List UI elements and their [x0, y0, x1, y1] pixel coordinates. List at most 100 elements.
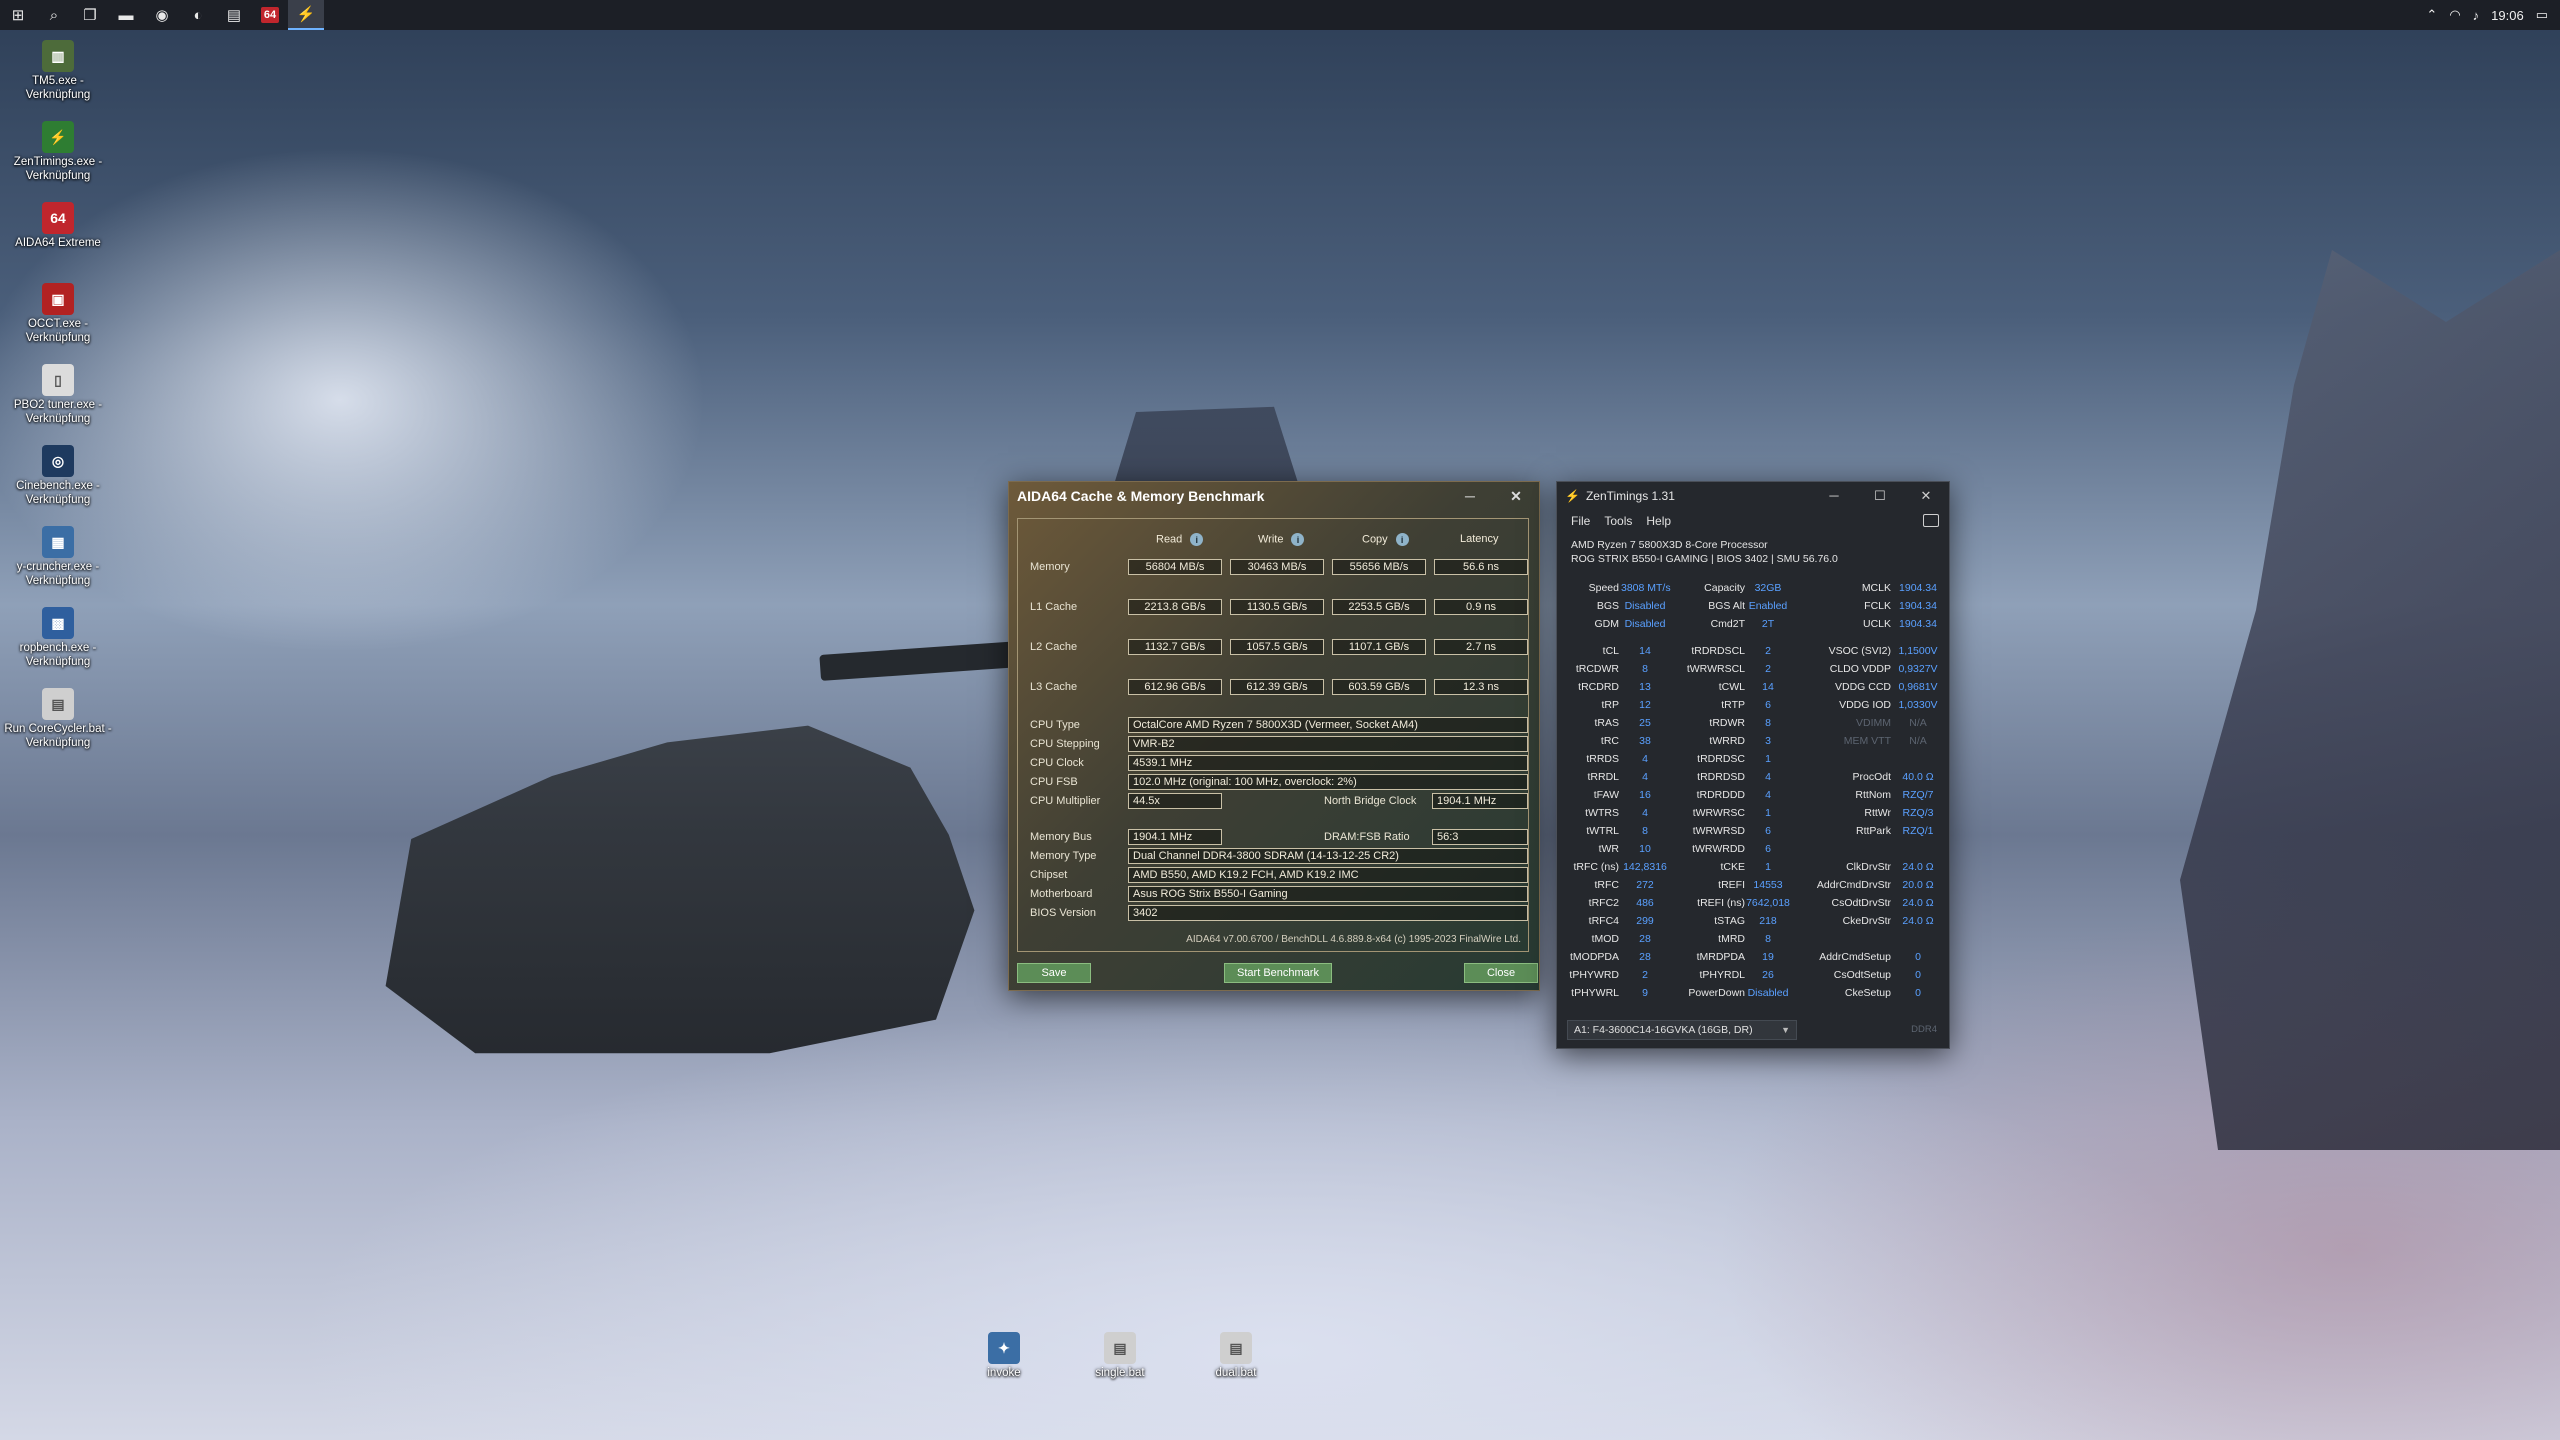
clock[interactable]: 19:06: [2491, 8, 2524, 23]
start-icon[interactable]: ⊞: [0, 0, 36, 30]
timing-label: tPHYRDL: [1699, 969, 1745, 981]
timing-label: tRDRDDD: [1696, 789, 1745, 801]
start-benchmark-button[interactable]: Start Benchmark: [1224, 963, 1332, 983]
prime95-shortcut[interactable]: ▯ PBO2 tuner.exe - Verknüpfung: [4, 362, 112, 443]
minimize-icon[interactable]: ─: [1447, 488, 1493, 505]
y-cruncher-shortcut[interactable]: ▦ y-cruncher.exe - Verknüpfung: [4, 524, 112, 605]
occt-shortcut[interactable]: ▣ OCCT.exe - Verknüpfung: [4, 281, 112, 362]
minimize-icon[interactable]: ─: [1811, 488, 1857, 504]
timing-value: 4: [1642, 807, 1648, 819]
timing-value: N/A: [1909, 735, 1927, 747]
screenshot-icon[interactable]: [1923, 514, 1939, 527]
timing-label: CkeSetup: [1844, 987, 1891, 999]
window-title: AIDA64 Cache & Memory Benchmark: [1017, 488, 1265, 504]
chrome-icon[interactable]: ◉: [144, 0, 180, 30]
aida64-logo-icon: 64: [261, 7, 279, 23]
timing-value: 142,8316: [1623, 861, 1667, 873]
save-button[interactable]: Save: [1017, 963, 1091, 983]
background-rock: [2180, 250, 2560, 1150]
icon-label: y-cruncher.exe - Verknüpfung: [16, 561, 100, 587]
chevron-down-icon: ▼: [1781, 1025, 1790, 1035]
icon-label: Run CoreCycler.bat - Verknüpfung: [4, 723, 112, 749]
timing-label: Capacity: [1704, 582, 1745, 594]
app-icon[interactable]: ▤: [216, 0, 252, 30]
search-icon[interactable]: ⌕: [36, 0, 72, 30]
file-explorer-icon[interactable]: ▬: [108, 0, 144, 30]
timing-label: tRFC2: [1588, 897, 1619, 909]
timing-value: RZQ/3: [1902, 807, 1934, 819]
timing-value: 2T: [1761, 618, 1775, 630]
zentimings-taskbar-icon[interactable]: ⚡: [288, 0, 324, 30]
corecycler-shortcut[interactable]: ▤ Run CoreCycler.bat - Verknüpfung: [4, 686, 112, 767]
timing-value: 1: [1765, 807, 1771, 819]
timing-value: 4: [1765, 771, 1771, 783]
info-icon[interactable]: i: [1395, 533, 1409, 546]
copy-value: 603.59 GB/s: [1332, 679, 1426, 695]
timing-value: Enabled: [1748, 600, 1788, 612]
system-info: AMD Ryzen 7 5800X3D 8-Core Processor ROG…: [1557, 538, 1949, 566]
info-icon[interactable]: i: [1291, 533, 1305, 546]
chipset-label: Chipset: [1030, 869, 1068, 881]
copy-value: 1107.1 GB/s: [1332, 639, 1426, 655]
desktop: { "taskbar": { "icons": [ {"name":"start…: [0, 0, 2560, 1440]
menu-help[interactable]: Help: [1646, 514, 1671, 528]
timing-value: 8: [1642, 825, 1648, 837]
timing-value: [1893, 753, 1943, 771]
cpu-type-label: CPU Type: [1030, 719, 1080, 731]
timing-value: 19: [1762, 951, 1774, 963]
aida64-taskbar-icon[interactable]: 64: [252, 0, 288, 30]
aida64-shortcut[interactable]: 64 AIDA64 Extreme: [4, 200, 112, 281]
timing-label: tRRDL: [1587, 771, 1619, 783]
close-icon[interactable]: ✕: [1493, 488, 1539, 505]
aida64-shortcut-icon: 64: [42, 202, 74, 234]
timing-label: CsOdtSetup: [1833, 969, 1891, 981]
maximize-icon[interactable]: ☐: [1857, 488, 1903, 504]
desktop-bottom-icons: ✦ invoke ▤ single.bat ▤ dual.bat: [960, 1330, 1280, 1410]
invoke-shortcut[interactable]: ✦ invoke: [960, 1330, 1048, 1410]
volume-icon[interactable]: ♪: [2473, 8, 2480, 23]
aida64-window: AIDA64 Cache & Memory Benchmark ─ ✕ Read…: [1008, 481, 1540, 991]
aida64-titlebar[interactable]: AIDA64 Cache & Memory Benchmark ─ ✕: [1009, 482, 1539, 510]
timing-value: 20.0 Ω: [1902, 879, 1934, 891]
timing-value: [1893, 843, 1943, 861]
timing-label: AddrCmdDrvStr: [1816, 879, 1891, 891]
cinebench-shortcut[interactable]: ◎ Cinebench.exe - Verknüpfung: [4, 443, 112, 524]
timing-value: 8: [1765, 717, 1771, 729]
latency-value: 56.6 ns: [1434, 559, 1528, 575]
edge-icon[interactable]: ◐: [180, 0, 216, 30]
dual-bat-shortcut[interactable]: ▤ dual.bat: [1192, 1330, 1280, 1410]
info-icon[interactable]: i: [1190, 533, 1204, 546]
menu-file[interactable]: File: [1571, 514, 1590, 528]
zentimings-titlebar[interactable]: ⚡ ZenTimings 1.31 ─ ☐ ✕: [1557, 482, 1949, 510]
task-view-icon[interactable]: ❐: [72, 0, 108, 30]
board-info: ROG STRIX B550-I GAMING | BIOS 3402 | SM…: [1571, 553, 1838, 565]
menu-tools[interactable]: Tools: [1604, 514, 1632, 528]
taskbar: ⊞ ⌕ ❐ ▬ ◉ ◐ ▤ 64 ⚡ ⌃ ◠ ♪ 19:06 ▭: [0, 0, 2560, 30]
timing-label: tWRRD: [1709, 735, 1745, 747]
dual-bat-shortcut-icon: ▤: [1220, 1332, 1252, 1364]
timing-value: 38: [1639, 735, 1651, 747]
timing-value: RZQ/7: [1902, 789, 1934, 801]
timing-value: RZQ/1: [1902, 825, 1934, 837]
network-icon[interactable]: ◠: [2449, 7, 2460, 23]
timing-value: Disabled: [1624, 618, 1666, 630]
notification-icon[interactable]: ▭: [2536, 7, 2548, 23]
icon-label: dual.bat: [1215, 1367, 1257, 1379]
timing-value: 1: [1765, 861, 1771, 873]
background-tank-barrel: [819, 641, 1021, 681]
timing-value: 4: [1642, 771, 1648, 783]
icon-label: TM5.exe - Verknüpfung: [25, 75, 91, 101]
timing-value: 4: [1765, 789, 1771, 801]
close-icon[interactable]: ✕: [1903, 488, 1949, 504]
timing-label: VDDG IOD: [1839, 699, 1891, 711]
module-select[interactable]: A1: F4-3600C14-16GVKA (16GB, DR) ▼: [1567, 1020, 1797, 1040]
timing-label: VSOC (SVI2): [1828, 645, 1891, 657]
chevron-up-icon[interactable]: ⌃: [2426, 7, 2437, 23]
cpu-name: AMD Ryzen 7 5800X3D 8-Core Processor: [1571, 539, 1768, 551]
timing-label: MEM VTT: [1843, 735, 1891, 747]
zentimings-shortcut[interactable]: ⚡ ZenTimings.exe - Verknüpfung: [4, 119, 112, 200]
tm5-shortcut[interactable]: ▥ TM5.exe - Verknüpfung: [4, 38, 112, 119]
close-button[interactable]: Close: [1464, 963, 1538, 983]
ropbench-shortcut[interactable]: ▩ ropbench.exe - Verknüpfung: [4, 605, 112, 686]
single-bat-shortcut[interactable]: ▤ single.bat: [1076, 1330, 1164, 1410]
